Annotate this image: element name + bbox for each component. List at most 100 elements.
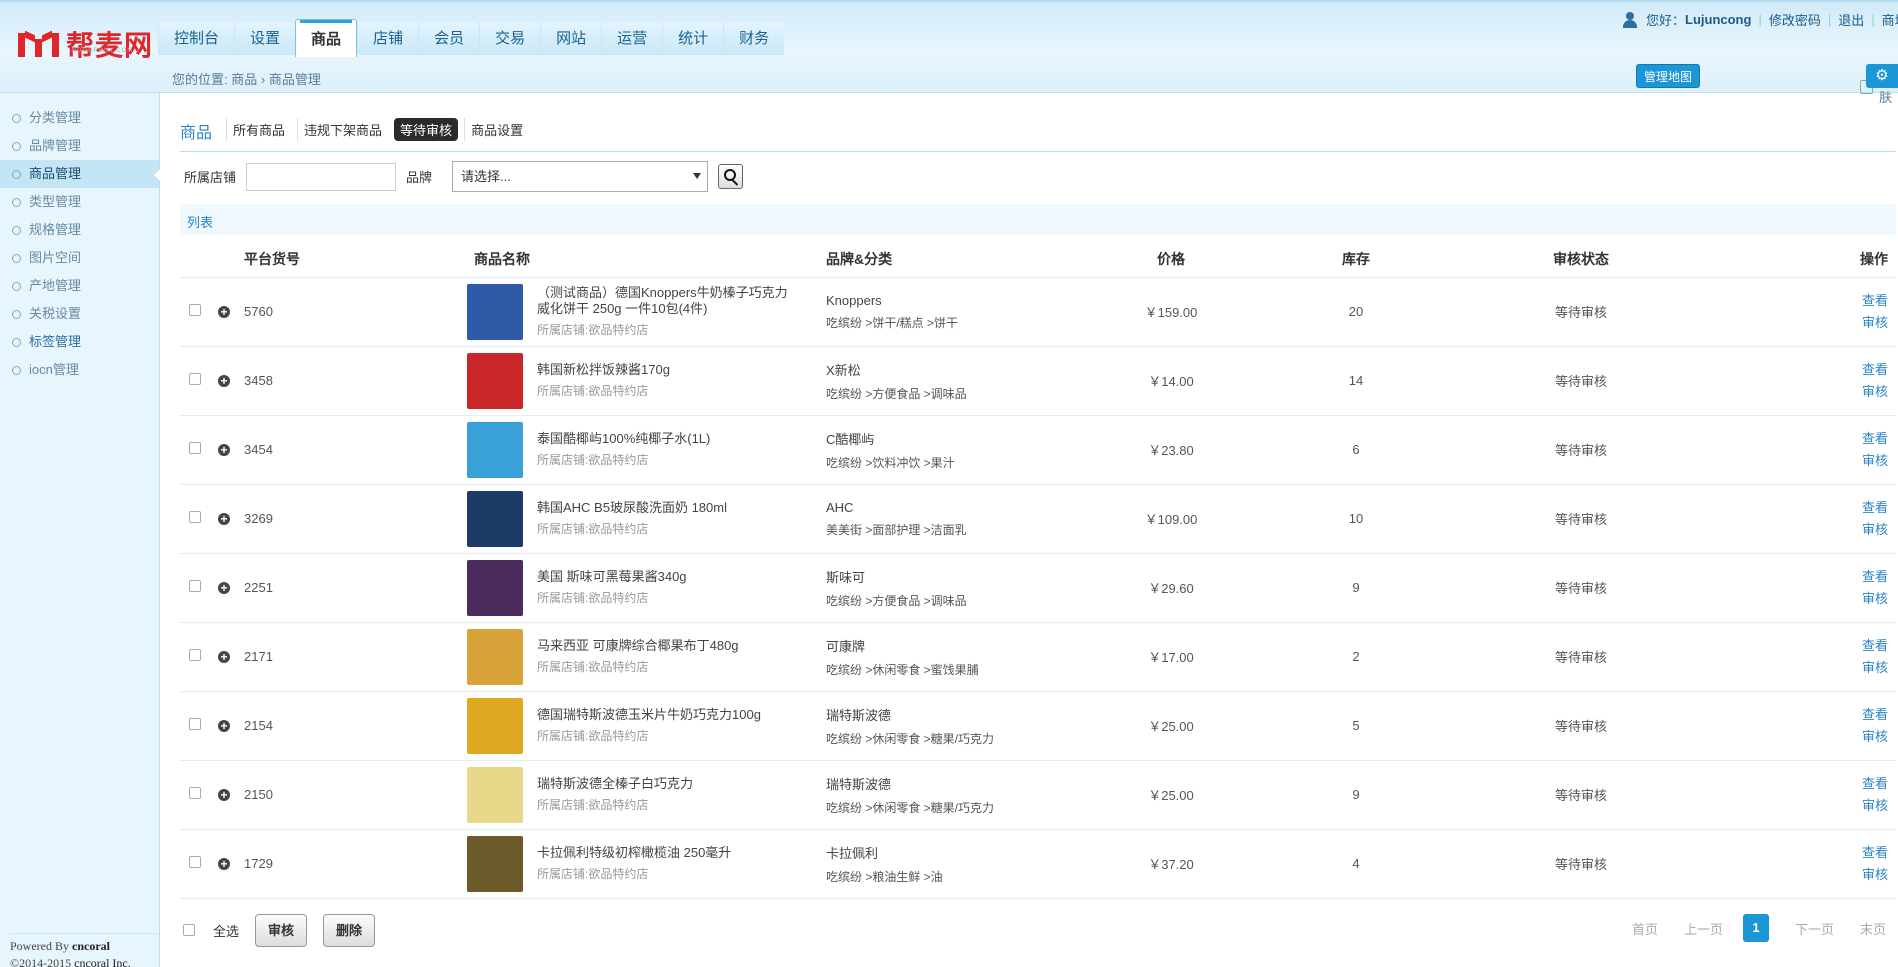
expand-plus-icon[interactable]: + <box>218 789 230 801</box>
view-link[interactable]: 查看 <box>1706 359 1888 381</box>
view-link[interactable]: 查看 <box>1706 428 1888 450</box>
tab-pending-review[interactable]: 等待审核 <box>394 118 459 141</box>
nav-trade[interactable]: 交易 <box>479 22 541 55</box>
product-name[interactable]: 韩国AHC B5玻尿酸洗面奶 180ml <box>537 500 799 516</box>
product-thumbnail[interactable] <box>467 283 523 340</box>
audit-link[interactable]: 审核 <box>1706 795 1888 817</box>
sidebar-item-images[interactable]: 图片空间 <box>0 244 159 272</box>
expand-plus-icon[interactable]: + <box>218 720 230 732</box>
view-link[interactable]: 查看 <box>1706 566 1888 588</box>
row-checkbox[interactable] <box>189 442 201 454</box>
sidebar-item-products[interactable]: 商品管理 <box>0 160 160 188</box>
product-name[interactable]: 韩国新松拌饭辣酱170g <box>537 362 799 378</box>
sidebar-item-specs[interactable]: 规格管理 <box>0 216 159 244</box>
product-name[interactable]: 泰国酷椰屿100%纯椰子水(1L) <box>537 431 799 447</box>
product-thumbnail[interactable] <box>467 766 523 823</box>
product-thumbnail[interactable] <box>467 628 523 685</box>
sidebar-item-tags[interactable]: 标签管理 <box>0 328 159 356</box>
audit-link[interactable]: 审核 <box>1706 864 1888 886</box>
pager-first[interactable]: 首页 <box>1632 919 1658 938</box>
product-name[interactable]: 卡拉佩利特级初榨橄榄油 250毫升 <box>537 845 799 861</box>
nav-operations[interactable]: 运营 <box>601 22 663 55</box>
row-checkbox[interactable] <box>189 511 201 523</box>
audit-button[interactable]: 审核 <box>255 913 308 947</box>
sidebar-item-origins[interactable]: 产地管理 <box>0 272 159 300</box>
product-thumbnail[interactable] <box>467 835 523 892</box>
pager-next[interactable]: 下一页 <box>1795 919 1834 938</box>
tab-all-products[interactable]: 所有商品 <box>226 118 291 141</box>
nav-finance[interactable]: 财务 <box>723 22 785 55</box>
product-name[interactable]: 美国 斯味可黑莓果酱340g <box>537 569 799 585</box>
view-link[interactable]: 查看 <box>1706 635 1888 657</box>
sidebar-item-categories[interactable]: 分类管理 <box>0 104 159 132</box>
brand-select[interactable]: 请选择... <box>452 161 709 192</box>
expand-plus-icon[interactable]: + <box>218 513 230 525</box>
tab-violation-removed[interactable]: 违规下架商品 <box>297 118 388 141</box>
expand-plus-icon[interactable]: + <box>218 375 230 387</box>
copyright-link[interactable]: cncoral Inc. <box>74 956 131 967</box>
audit-link[interactable]: 审核 <box>1706 588 1888 610</box>
product-thumbnail[interactable] <box>467 697 523 754</box>
audit-link[interactable]: 审核 <box>1706 312 1888 334</box>
nav-products[interactable]: 商品 <box>295 19 358 57</box>
select-all-checkbox[interactable] <box>183 924 195 936</box>
nav-statistics[interactable]: 统计 <box>662 22 724 55</box>
audit-link[interactable]: 审核 <box>1706 519 1888 541</box>
audit-link[interactable]: 审核 <box>1706 726 1888 748</box>
row-checkbox[interactable] <box>189 718 201 730</box>
nav-settings[interactable]: 设置 <box>234 22 296 55</box>
product-price: ￥23.80 <box>1086 415 1256 485</box>
expand-plus-icon[interactable]: + <box>218 858 230 870</box>
row-checkbox[interactable] <box>189 580 201 592</box>
store-input[interactable] <box>246 162 397 191</box>
mall-home-link[interactable]: 商城首页 <box>1882 10 1898 29</box>
product-thumbnail[interactable] <box>467 352 523 409</box>
nav-stores[interactable]: 店铺 <box>357 22 419 55</box>
delete-button[interactable]: 删除 <box>323 913 376 947</box>
sidebar-item-tariff[interactable]: 关税设置 <box>0 300 159 328</box>
sidebar-item-brands[interactable]: 品牌管理 <box>0 132 159 160</box>
product-name[interactable]: （测试商品）德国Knoppers牛奶榛子巧克力威化饼干 250g 一件10包(4… <box>537 285 799 317</box>
row-checkbox[interactable] <box>189 373 201 385</box>
audit-link[interactable]: 审核 <box>1706 657 1888 679</box>
gear-icon[interactable]: ⚙ <box>1866 64 1898 88</box>
audit-link[interactable]: 审核 <box>1706 381 1888 403</box>
product-thumbnail[interactable] <box>467 490 523 547</box>
sidebar-item-icon[interactable]: iocn管理 <box>0 356 159 384</box>
pager-last[interactable]: 末页 <box>1860 919 1886 938</box>
product-name[interactable]: 瑞特斯波德全榛子白巧克力 <box>537 776 799 792</box>
view-link[interactable]: 查看 <box>1706 290 1888 312</box>
row-checkbox[interactable] <box>189 649 201 661</box>
product-thumbnail[interactable] <box>467 559 523 616</box>
product-name[interactable]: 德国瑞特斯波德玉米片牛奶巧克力100g <box>537 707 799 723</box>
manage-map-button[interactable]: 管理地图 <box>1636 64 1700 88</box>
product-brand: C酷椰屿 <box>826 431 875 447</box>
view-link[interactable]: 查看 <box>1706 842 1888 864</box>
view-link[interactable]: 查看 <box>1706 773 1888 795</box>
breadcrumb-products[interactable]: 商品 <box>231 72 257 87</box>
logo[interactable]: 帮麦网 <box>18 26 153 62</box>
audit-link[interactable]: 审核 <box>1706 450 1888 472</box>
expand-plus-icon[interactable]: + <box>218 306 230 318</box>
expand-plus-icon[interactable]: + <box>218 582 230 594</box>
row-checkbox[interactable] <box>189 304 201 316</box>
search-icon[interactable] <box>718 164 744 189</box>
nav-dashboard[interactable]: 控制台 <box>158 22 235 55</box>
expand-plus-icon[interactable]: + <box>218 444 230 456</box>
change-password-link[interactable]: 修改密码 <box>1769 10 1821 29</box>
view-link[interactable]: 查看 <box>1706 704 1888 726</box>
view-link[interactable]: 查看 <box>1706 497 1888 519</box>
product-store: 所属店铺:欲品特约店 <box>537 453 649 467</box>
nav-members[interactable]: 会员 <box>418 22 480 55</box>
sidebar-item-types[interactable]: 类型管理 <box>0 188 159 216</box>
nav-website[interactable]: 网站 <box>540 22 602 55</box>
expand-plus-icon[interactable]: + <box>218 651 230 663</box>
tab-product-settings[interactable]: 商品设置 <box>464 118 529 141</box>
pager-current[interactable]: 1 <box>1742 914 1769 942</box>
pager-prev[interactable]: 上一页 <box>1684 919 1723 938</box>
product-name[interactable]: 马来西亚 可康牌综合椰果布丁480g <box>537 638 799 654</box>
row-checkbox[interactable] <box>189 856 201 868</box>
logout-link[interactable]: 退出 <box>1838 10 1864 29</box>
product-thumbnail[interactable] <box>467 421 523 478</box>
row-checkbox[interactable] <box>189 787 201 799</box>
